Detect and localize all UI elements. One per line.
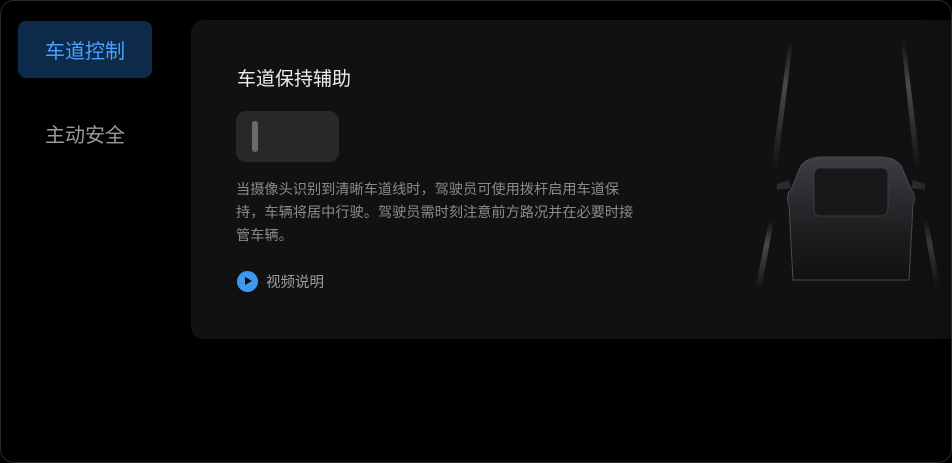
car-lane-illustration — [755, 20, 951, 339]
lane-keep-toggle[interactable] — [236, 111, 339, 162]
sidebar-item-active-safety[interactable]: 主动安全 — [18, 105, 152, 162]
lane-keep-assist-card: 车道保持辅助 当摄像头识别到清晰车道线时，驾驶员可使用拨杆启用车道保持，车辆将居… — [191, 20, 951, 339]
screen: 车道控制 主动安全 车道保持辅助 当摄像头识别到清晰车道线时，驾驶员可使用拨杆启… — [0, 0, 952, 463]
lane-line-left-lower — [755, 220, 774, 290]
description-text: 当摄像头识别到清晰车道线时，驾驶员可使用拨杆启用车道保持，车辆将居中行驶。驾驶员… — [236, 182, 634, 244]
video-link-label: 视频说明 — [266, 275, 324, 291]
video-explanation-link[interactable]: 视频说明 — [237, 271, 324, 292]
play-icon — [237, 271, 258, 292]
section-title: 车道保持辅助 — [237, 68, 352, 90]
car-mirror-left — [777, 180, 791, 190]
sidebar: 车道控制 主动安全 — [18, 21, 152, 162]
toggle-knob — [252, 121, 258, 152]
car-roof — [813, 167, 889, 217]
lane-line-left — [771, 40, 793, 170]
sidebar-item-lane-control[interactable]: 车道控制 — [18, 21, 152, 78]
